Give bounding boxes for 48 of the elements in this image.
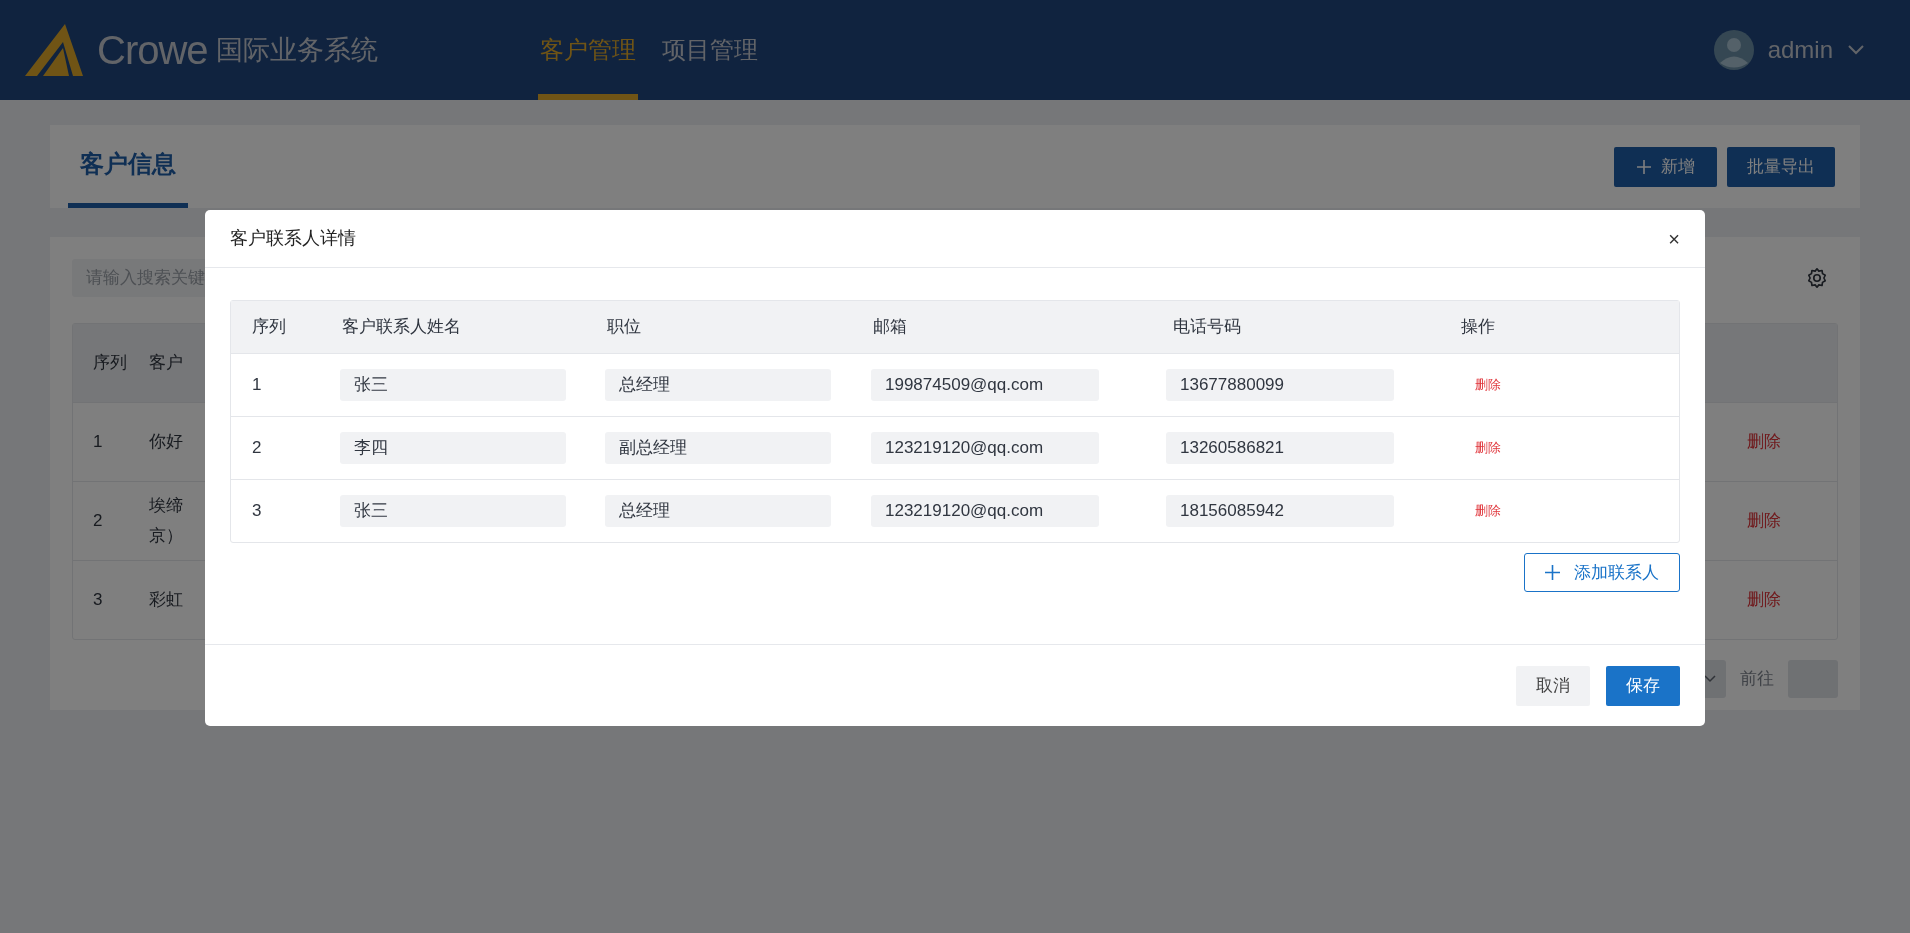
column-header: 客户 [149, 352, 183, 375]
dialog-title: 客户联系人详情 [230, 227, 356, 250]
phone-field[interactable]: 13260586821 [1166, 432, 1394, 464]
table-cell-text: 1 [92, 431, 104, 454]
cancel-button[interactable]: 取消 [1516, 665, 1590, 706]
chevron-down-icon[interactable] [1847, 44, 1865, 56]
position-field[interactable]: 总经理 [605, 495, 831, 527]
position-field[interactable]: 副总经理 [605, 432, 831, 464]
column-header: 序列 [92, 352, 128, 375]
goto-label: 前往 [1740, 668, 1774, 691]
save-button[interactable]: 保存 [1606, 665, 1680, 706]
position-field[interactable]: 总经理 [605, 369, 831, 401]
table-cell-text: 埃缔 京） [149, 495, 183, 547]
column-header: 客户联系人姓名 [341, 316, 462, 339]
column-header: 职位 [606, 316, 642, 339]
column-header: 电话号码 [1172, 316, 1242, 339]
email-field[interactable]: 199874509@qq.com [871, 369, 1099, 401]
table-cell-text: 2 [92, 510, 104, 533]
delete-link[interactable]: 删除 [1475, 375, 1501, 395]
phone-field[interactable]: 13677880099 [1166, 369, 1394, 401]
table-cell-text: 你好 [149, 431, 183, 453]
delete-link[interactable]: 删除 [1475, 438, 1501, 458]
add-contact-button[interactable]: 添加联系人 [1524, 553, 1680, 592]
name-field[interactable]: 张三 [340, 369, 566, 401]
table-cell-text: 彩虹 [149, 589, 183, 611]
email-field[interactable]: 123219120@qq.com [871, 495, 1099, 527]
export-button[interactable]: 批量导出 [1727, 146, 1835, 187]
name-field[interactable]: 张三 [340, 495, 566, 527]
column-header: 操作 [1461, 316, 1495, 339]
column-header: 邮箱 [872, 316, 908, 339]
settings-icon[interactable] [1806, 267, 1828, 289]
plus-icon [1545, 565, 1560, 580]
logo-icon [25, 24, 83, 76]
table-cell-text: 3 [92, 589, 104, 612]
table-cell-text: 3 [251, 500, 263, 523]
table-cell-text: 2 [251, 437, 263, 460]
logo-text: Crowe [97, 27, 208, 74]
close-button[interactable]: × [1668, 228, 1680, 249]
phone-field[interactable]: 18156085942 [1166, 495, 1394, 527]
email-field[interactable]: 123219120@qq.com [871, 432, 1099, 464]
column-header: 序列 [251, 316, 287, 339]
plus-icon [1636, 159, 1651, 174]
table-cell-text: 1 [251, 374, 263, 397]
system-name: 国际业务系统 [215, 33, 378, 67]
chevron-down-icon [1704, 675, 1716, 683]
name-field[interactable]: 李四 [340, 432, 566, 464]
delete-link[interactable]: 删除 [1475, 501, 1501, 521]
avatar-icon[interactable] [1713, 30, 1754, 70]
